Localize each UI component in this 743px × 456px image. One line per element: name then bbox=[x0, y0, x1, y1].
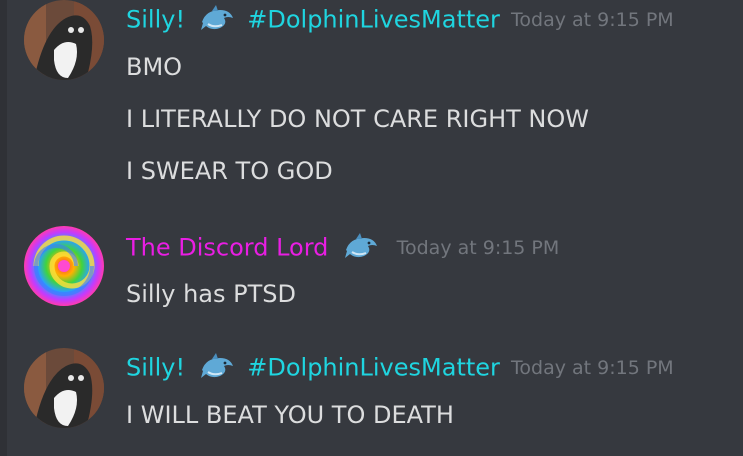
message-header: Silly! #DolphinLivesMatter Today at 9:15… bbox=[126, 2, 674, 36]
dolphin-icon bbox=[198, 352, 236, 384]
message-text: I SWEAR TO GOD bbox=[126, 157, 333, 185]
message-text: I WILL BEAT YOU TO DEATH bbox=[126, 401, 454, 429]
message-timestamp: Today at 9:15 PM bbox=[511, 356, 674, 379]
dolphin-icon bbox=[342, 232, 380, 264]
avatar[interactable] bbox=[24, 348, 104, 428]
message-header: The Discord Lord Today at 9:15 PM bbox=[126, 230, 559, 264]
chat-left-edge bbox=[0, 0, 7, 456]
dolphin-icon bbox=[198, 4, 236, 36]
message-timestamp: Today at 9:15 PM bbox=[396, 236, 560, 259]
message-timestamp: Today at 9:15 PM bbox=[511, 8, 674, 31]
message-text: I LITERALLY DO NOT CARE RIGHT NOW bbox=[126, 105, 589, 133]
username-suffix[interactable]: #DolphinLivesMatter bbox=[247, 354, 500, 382]
avatar[interactable] bbox=[24, 0, 104, 80]
message-text: Silly has PTSD bbox=[126, 280, 296, 308]
message-header: Silly! #DolphinLivesMatter Today at 9:15… bbox=[126, 350, 674, 384]
username-suffix[interactable]: #DolphinLivesMatter bbox=[247, 6, 500, 34]
message-text: BMO bbox=[126, 53, 183, 81]
chat-message-list: Silly! #DolphinLivesMatter Today at 9:15… bbox=[0, 0, 743, 456]
username[interactable]: Silly! bbox=[126, 354, 185, 382]
username[interactable]: Silly! bbox=[126, 6, 185, 34]
username[interactable]: The Discord Lord bbox=[126, 234, 328, 262]
avatar[interactable] bbox=[24, 226, 104, 306]
